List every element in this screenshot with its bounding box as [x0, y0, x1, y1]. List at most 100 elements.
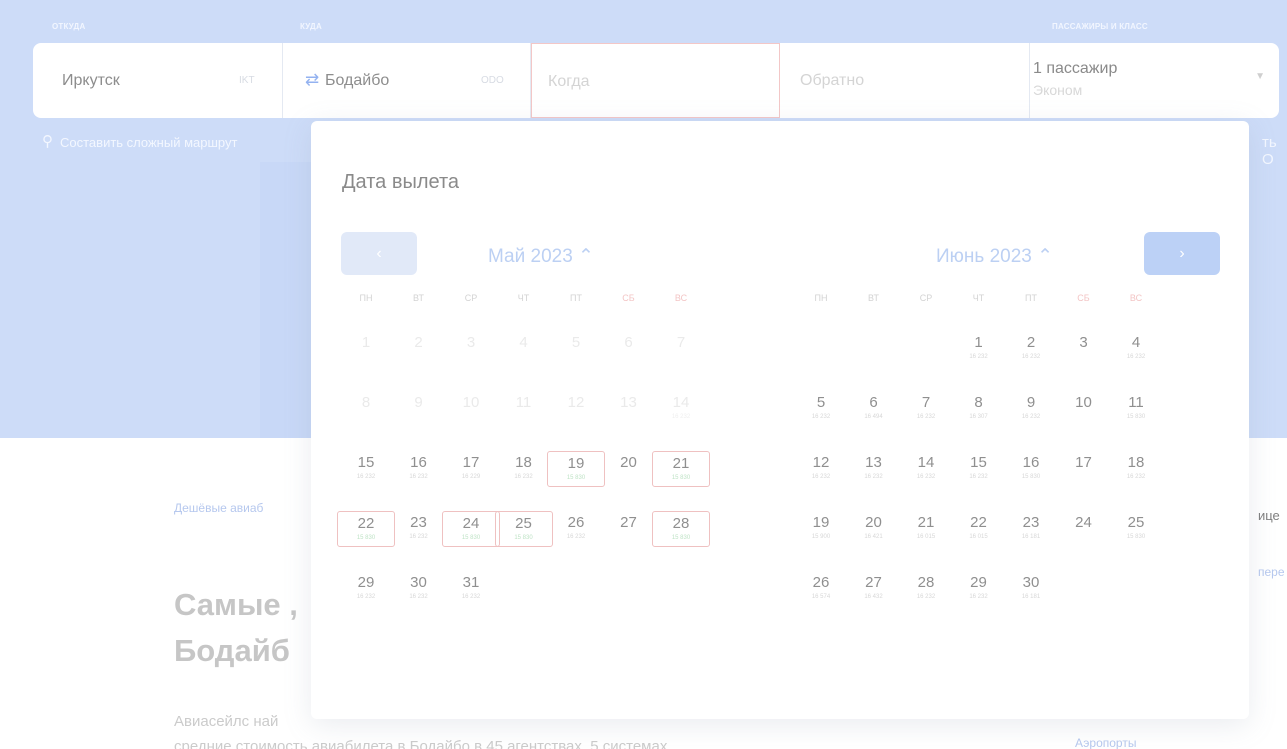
calendar-day[interactable]: 27 — [600, 511, 658, 547]
calendar-day[interactable]: 12 16 232 — [792, 451, 850, 487]
calendar-day: 3 — [442, 331, 500, 367]
day-price: 15 830 — [671, 535, 691, 541]
calendar-day[interactable]: 26 16 232 — [547, 511, 605, 547]
passengers-label: ПАССАЖИРЫ И КЛАСС — [1052, 22, 1148, 31]
calendar-day[interactable]: 24 15 830 — [442, 511, 500, 547]
day-number: 1 — [974, 334, 983, 351]
day-price: 16 232 — [969, 474, 988, 480]
day-price: 15 900 — [811, 534, 831, 540]
day-number: 15 — [357, 454, 375, 471]
day-price: 15 830 — [1126, 534, 1146, 540]
calendar-day[interactable]: 9 16 232 — [1002, 391, 1060, 427]
calendar-day[interactable]: 1 16 232 — [950, 331, 1008, 367]
day-price: 15 830 — [514, 535, 533, 541]
day-price: 16 232 — [916, 474, 936, 480]
day-price: 16 232 — [864, 474, 883, 480]
calendar-day[interactable]: 2 16 232 — [1002, 331, 1060, 367]
day-price: 15 830 — [461, 535, 481, 541]
calendar-day[interactable]: 17 — [1055, 451, 1113, 487]
weekday-label: ВС — [1129, 293, 1143, 303]
calendar-day[interactable]: 3 — [1055, 331, 1113, 367]
calendar-day[interactable]: 29 16 232 — [950, 571, 1008, 607]
day-number: 23 — [1022, 514, 1040, 531]
calendar-day: 8 — [337, 391, 395, 427]
day-number: 1 — [361, 334, 371, 351]
day-price: 16 574 — [811, 594, 831, 600]
calendar-day[interactable]: 19 15 830 — [547, 451, 605, 487]
calendar-day[interactable]: 22 15 830 — [337, 511, 395, 547]
calendar-day[interactable]: 5 16 232 — [792, 391, 850, 427]
calendar-day[interactable]: 21 16 015 — [897, 511, 955, 547]
calendar-day[interactable]: 4 16 232 — [1107, 331, 1165, 367]
right-cut-link[interactable]: ть О — [1262, 134, 1287, 168]
calendar-day[interactable]: 25 15 830 — [1107, 511, 1165, 547]
calendar-day[interactable]: 28 15 830 — [652, 511, 710, 547]
calendar-day[interactable]: 20 16 421 — [845, 511, 903, 547]
day-number: 28 — [917, 574, 935, 591]
calendar-day[interactable]: 30 16 181 — [1002, 571, 1060, 607]
calendar-day[interactable]: 27 16 432 — [845, 571, 903, 607]
calendar-day[interactable]: 23 16 232 — [390, 511, 448, 547]
calendar-day[interactable]: 10 — [1055, 391, 1113, 427]
calendar-day[interactable]: 18 16 232 — [495, 451, 553, 487]
calendar-day[interactable]: 31 16 232 — [442, 571, 500, 607]
calendar-day[interactable]: 16 15 830 — [1002, 451, 1060, 487]
day-number: 8 — [974, 394, 983, 411]
day-number: 21 — [917, 514, 935, 531]
to-field[interactable]: Бодайбо ODO — [283, 43, 531, 118]
calendar-day[interactable]: 13 16 232 — [845, 451, 903, 487]
prev-month-button[interactable]: ‹ — [341, 232, 417, 275]
weekday-label: СБ — [1077, 293, 1090, 303]
day-price: 16 421 — [864, 534, 883, 540]
calendar-day[interactable]: 16 16 232 — [390, 451, 448, 487]
day-number: 26 — [567, 514, 585, 531]
day-number: 10 — [462, 394, 480, 411]
calendar-day[interactable]: 23 16 181 — [1002, 511, 1060, 547]
calendar-day[interactable]: 8 16 307 — [950, 391, 1008, 427]
day-number: 3 — [466, 334, 476, 351]
calendar-day[interactable]: 18 16 232 — [1107, 451, 1165, 487]
calendar-day[interactable]: 11 15 830 — [1107, 391, 1165, 427]
calendar-day[interactable]: 15 16 232 — [950, 451, 1008, 487]
day-price: 16 232 — [356, 474, 376, 480]
page-title-line2: Бодайб — [174, 633, 290, 668]
page-text-line1: Авиасейлс най — [174, 713, 279, 730]
day-number: 12 — [567, 394, 585, 411]
airports-link[interactable]: Аэропорты — [1075, 736, 1136, 749]
day-price: 16 232 — [811, 474, 831, 480]
return-date-field[interactable]: Обратно — [780, 43, 1030, 118]
from-field[interactable]: Иркутск IKT — [33, 43, 283, 118]
to-code: ODO — [481, 75, 504, 86]
calendar-day[interactable]: 24 — [1055, 511, 1113, 547]
calendar-day[interactable]: 29 16 232 — [337, 571, 395, 607]
calendar-day[interactable]: 22 16 015 — [950, 511, 1008, 547]
day-number: 25 — [515, 515, 532, 532]
month-title-june[interactable]: Июнь 2023 ⌃ — [936, 245, 1053, 268]
right-link-fragment[interactable]: пере — [1258, 565, 1285, 579]
calendar-day[interactable]: 15 16 232 — [337, 451, 395, 487]
complex-route-link[interactable]: Составить сложный маршрут — [60, 135, 237, 150]
calendar-day[interactable]: 6 16 494 — [845, 391, 903, 427]
passengers-count: 1 пассажир — [1033, 60, 1118, 77]
calendar-day[interactable]: 21 15 830 — [652, 451, 710, 487]
calendar-day[interactable]: 25 15 830 — [494, 511, 553, 547]
calendar-day[interactable]: 28 16 232 — [897, 571, 955, 607]
calendar-day[interactable]: 30 16 232 — [390, 571, 448, 607]
calendar-day[interactable]: 19 15 900 — [792, 511, 850, 547]
cheap-tickets-link[interactable]: Дешёвые авиаб — [174, 501, 263, 515]
calendar-day[interactable]: 20 — [600, 451, 658, 487]
day-number: 20 — [620, 454, 637, 471]
next-month-button[interactable]: › — [1144, 232, 1220, 275]
right-heading-fragment: ице — [1258, 508, 1280, 523]
calendar-day[interactable]: 14 16 232 — [897, 451, 955, 487]
calendar-day[interactable]: 17 16 229 — [442, 451, 500, 487]
passengers-field[interactable]: 1 пассажир Эконом ▼ — [1030, 43, 1279, 118]
day-price: 16 015 — [916, 534, 936, 540]
calendar-day: 5 — [547, 331, 605, 367]
calendar-day[interactable]: 26 16 574 — [792, 571, 850, 607]
calendar-day[interactable]: 7 16 232 — [897, 391, 955, 427]
day-price: 16 232 — [1126, 354, 1146, 360]
day-price: 15 830 — [1021, 474, 1041, 480]
depart-date-field[interactable]: Когда — [531, 43, 780, 118]
month-title-may[interactable]: Май 2023 ⌃ — [488, 245, 594, 268]
